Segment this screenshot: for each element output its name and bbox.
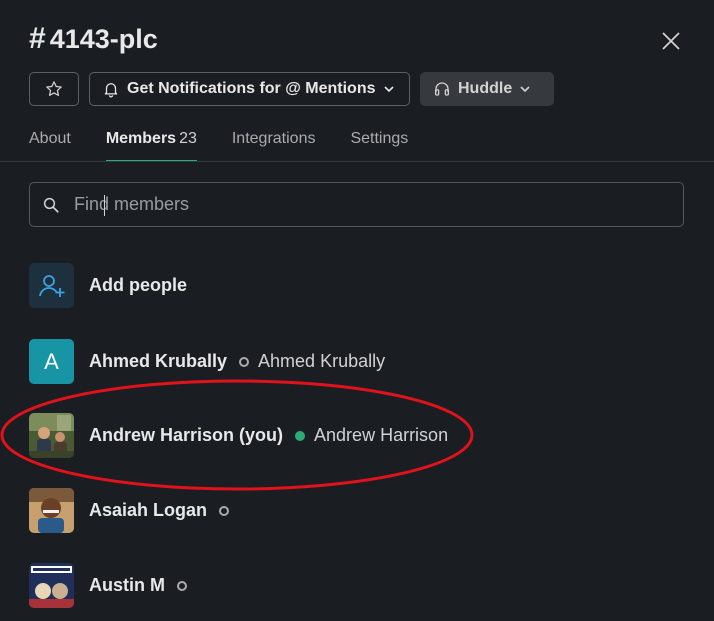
avatar xyxy=(29,413,74,458)
tab-members[interactable]: Members 23 xyxy=(105,120,197,162)
bell-icon xyxy=(104,83,118,98)
members-count: 23 xyxy=(179,130,197,147)
huddle-label: Huddle xyxy=(458,80,513,97)
active-status-icon xyxy=(295,430,306,441)
star-button[interactable] xyxy=(29,72,79,106)
channel-details-panel: # 4143-plc Get Notifications for @ Menti… xyxy=(0,0,714,621)
add-people-row[interactable]: Add people xyxy=(29,263,187,308)
away-status-icon xyxy=(239,356,250,367)
member-display-name: Andrew Harrison (you) xyxy=(89,425,284,445)
member-row[interactable]: Asaiah Logan xyxy=(29,488,230,533)
star-icon xyxy=(46,81,62,97)
member-full-name: Andrew Harrison xyxy=(314,425,449,445)
tabs-divider xyxy=(0,161,714,162)
channel-title: # 4143-plc xyxy=(29,22,158,56)
avatar: A xyxy=(29,339,74,384)
member-display-name: Asaiah Logan xyxy=(89,500,208,520)
chevron-down-icon xyxy=(383,86,394,93)
member-full-name: Ahmed Krubally xyxy=(258,351,386,371)
channel-name: 4143-plc xyxy=(49,24,158,54)
huddle-button[interactable]: Huddle xyxy=(420,72,554,106)
tab-about[interactable]: About xyxy=(29,120,71,162)
add-people-label: Add people xyxy=(89,275,187,295)
member-display-name: Ahmed Krubally xyxy=(89,351,228,371)
add-person-icon xyxy=(29,263,74,308)
avatar xyxy=(29,488,74,533)
member-display-name: Austin M xyxy=(89,575,165,595)
close-icon xyxy=(662,32,680,50)
search-input[interactable] xyxy=(60,183,683,226)
hash-icon: # xyxy=(29,22,46,55)
text-cursor xyxy=(104,195,105,216)
chevron-down-icon xyxy=(520,86,530,93)
member-row[interactable]: A Ahmed Krubally Ahmed Krubally xyxy=(29,339,385,384)
headphones-icon xyxy=(434,82,450,96)
notifications-label: Get Notifications for @ Mentions xyxy=(127,80,376,97)
avatar xyxy=(29,563,74,608)
notifications-button[interactable]: Get Notifications for @ Mentions xyxy=(89,72,410,106)
tab-bar: About Members 23 Integrations Settings xyxy=(29,120,714,162)
tab-integrations[interactable]: Integrations xyxy=(232,120,316,162)
close-button[interactable] xyxy=(656,26,686,56)
member-row[interactable]: Andrew Harrison (you) Andrew Harrison xyxy=(29,413,448,458)
away-status-icon xyxy=(219,505,230,516)
tab-settings[interactable]: Settings xyxy=(350,120,408,162)
search-box xyxy=(29,182,684,227)
member-row[interactable]: Austin M xyxy=(29,563,187,608)
tab-members-label: Members xyxy=(105,130,177,147)
channel-actions: Get Notifications for @ Mentions Huddle xyxy=(29,72,554,106)
search-icon xyxy=(43,197,59,213)
away-status-icon xyxy=(177,580,187,591)
